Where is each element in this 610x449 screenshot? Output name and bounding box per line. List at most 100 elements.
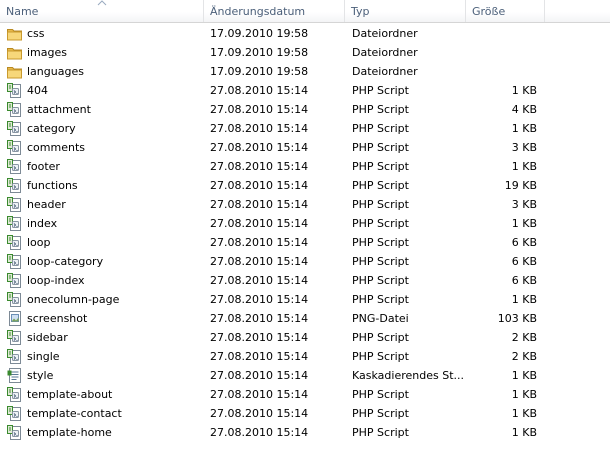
file-row[interactable]: template-contact 27.08.2010 15:14 PHP Scri… xyxy=(0,404,610,423)
file-name-cell[interactable]: functions xyxy=(6,176,204,195)
file-name: 404 xyxy=(27,84,48,97)
php-file-icon xyxy=(6,234,23,251)
column-header-name[interactable]: Name xyxy=(0,0,204,22)
file-type: Dateiordner xyxy=(352,65,418,78)
php-file-icon xyxy=(6,329,23,346)
file-row[interactable]: template-about 27.08.2010 15:14 PHP Script… xyxy=(0,385,610,404)
file-size: 1 KB xyxy=(511,293,537,306)
file-name-cell[interactable]: onecolumn-page xyxy=(6,290,204,309)
file-date: 27.08.2010 15:14 xyxy=(210,388,309,401)
file-row[interactable]: sidebar 27.08.2010 15:14 PHP Script 2 KB xyxy=(0,328,610,347)
file-name-cell[interactable]: loop-category xyxy=(6,252,204,271)
file-type: PHP Script xyxy=(352,274,409,287)
php-file-icon xyxy=(6,158,23,175)
file-type: PHP Script xyxy=(352,350,409,363)
file-row[interactable]: attachment 27.08.2010 15:14 PHP Script 4 KB xyxy=(0,100,610,119)
file-date: 17.09.2010 19:58 xyxy=(210,27,309,40)
file-date: 27.08.2010 15:14 xyxy=(210,198,309,211)
file-date: 17.09.2010 19:58 xyxy=(210,65,309,78)
file-name-cell[interactable]: screenshot xyxy=(6,309,204,328)
file-type: PHP Script xyxy=(352,236,409,249)
file-name-cell[interactable]: loop-index xyxy=(6,271,204,290)
file-name-cell[interactable]: footer xyxy=(6,157,204,176)
file-type: PHP Script xyxy=(352,388,409,401)
file-row[interactable]: images 17.09.2010 19:58 Dateiordner xyxy=(0,43,610,62)
file-row[interactable]: footer 27.08.2010 15:14 PHP Script 1 KB xyxy=(0,157,610,176)
file-type: Dateiordner xyxy=(352,27,418,40)
file-row[interactable]: header 27.08.2010 15:14 PHP Script 3 KB xyxy=(0,195,610,214)
file-name: template-home xyxy=(27,426,112,439)
php-file-icon xyxy=(6,424,23,441)
file-name-cell[interactable]: images xyxy=(6,43,204,62)
file-name: images xyxy=(27,46,67,59)
file-name-cell[interactable]: 404 xyxy=(6,81,204,100)
column-header-size[interactable]: Größe xyxy=(466,0,545,22)
file-name-cell[interactable]: index xyxy=(6,214,204,233)
file-row[interactable]: index 27.08.2010 15:14 PHP Script 1 KB xyxy=(0,214,610,233)
file-rows: css 17.09.2010 19:58 Dateiordner images 17.0… xyxy=(0,24,610,442)
file-row[interactable]: loop 27.08.2010 15:14 PHP Script 6 KB xyxy=(0,233,610,252)
file-name-cell[interactable]: header xyxy=(6,195,204,214)
file-name-cell[interactable]: sidebar xyxy=(6,328,204,347)
file-date: 27.08.2010 15:14 xyxy=(210,426,309,439)
file-row[interactable]: onecolumn-page 27.08.2010 15:14 PHP Script… xyxy=(0,290,610,309)
file-name-cell[interactable]: template-contact xyxy=(6,404,204,423)
file-type: PHP Script xyxy=(352,255,409,268)
file-name-cell[interactable]: category xyxy=(6,119,204,138)
file-name-cell[interactable]: css xyxy=(6,24,204,43)
file-type: PHP Script xyxy=(352,160,409,173)
file-date: 17.09.2010 19:58 xyxy=(210,46,309,59)
file-size: 1 KB xyxy=(511,160,537,173)
file-row[interactable]: template-home 27.08.2010 15:14 PHP Script 1… xyxy=(0,423,610,442)
file-name: single xyxy=(27,350,60,363)
column-header-type-label: Typ xyxy=(351,5,370,18)
file-row[interactable]: loop-category 27.08.2010 15:14 PHP Script 6… xyxy=(0,252,610,271)
file-row[interactable]: style 27.08.2010 15:14 Kaskadierendes St..… xyxy=(0,366,610,385)
file-name-cell[interactable]: template-home xyxy=(6,423,204,442)
file-row[interactable]: languages 17.09.2010 19:58 Dateiordner xyxy=(0,62,610,81)
column-header-date[interactable]: Änderungsdatum xyxy=(204,0,345,22)
file-name-cell[interactable]: languages xyxy=(6,62,204,81)
folder-icon xyxy=(6,25,23,42)
php-file-icon xyxy=(6,291,23,308)
file-size: 103 KB xyxy=(497,312,537,325)
file-date: 27.08.2010 15:14 xyxy=(210,179,309,192)
sort-ascending-icon xyxy=(97,0,107,6)
file-size: 4 KB xyxy=(511,103,537,116)
file-name: style xyxy=(27,369,54,382)
file-date: 27.08.2010 15:14 xyxy=(210,217,309,230)
folder-icon xyxy=(6,44,23,61)
file-name: screenshot xyxy=(27,312,88,325)
file-name: template-contact xyxy=(27,407,122,420)
file-row[interactable]: single 27.08.2010 15:14 PHP Script 2 KB xyxy=(0,347,610,366)
column-header-row: Name Änderungsdatum Typ Größe xyxy=(0,0,610,23)
file-size: 6 KB xyxy=(511,255,537,268)
file-name-cell[interactable]: style xyxy=(6,366,204,385)
php-file-icon xyxy=(6,177,23,194)
file-date: 27.08.2010 15:14 xyxy=(210,331,309,344)
column-header-size-label: Größe xyxy=(472,5,506,18)
file-row[interactable]: 404 27.08.2010 15:14 PHP Script 1 KB xyxy=(0,81,610,100)
file-name: onecolumn-page xyxy=(27,293,120,306)
column-header-type[interactable]: Typ xyxy=(345,0,466,22)
file-row[interactable]: loop-index 27.08.2010 15:14 PHP Script 6 KB xyxy=(0,271,610,290)
file-row[interactable]: category 27.08.2010 15:14 PHP Script 1 KB xyxy=(0,119,610,138)
file-date: 27.08.2010 15:14 xyxy=(210,369,309,382)
file-row[interactable]: comments 27.08.2010 15:14 PHP Script 3 KB xyxy=(0,138,610,157)
file-name-cell[interactable]: single xyxy=(6,347,204,366)
file-date: 27.08.2010 15:14 xyxy=(210,350,309,363)
column-header-date-label: Änderungsdatum xyxy=(210,5,306,18)
file-size: 1 KB xyxy=(511,407,537,420)
file-name-cell[interactable]: template-about xyxy=(6,385,204,404)
file-size: 1 KB xyxy=(511,84,537,97)
file-size: 3 KB xyxy=(511,198,537,211)
file-row[interactable]: functions 27.08.2010 15:14 PHP Script 19 KB xyxy=(0,176,610,195)
file-date: 27.08.2010 15:14 xyxy=(210,122,309,135)
file-name-cell[interactable]: attachment xyxy=(6,100,204,119)
php-file-icon xyxy=(6,253,23,270)
file-name: languages xyxy=(27,65,84,78)
file-row[interactable]: screenshot 27.08.2010 15:14 PNG-Datei 103 K… xyxy=(0,309,610,328)
file-name-cell[interactable]: comments xyxy=(6,138,204,157)
file-row[interactable]: css 17.09.2010 19:58 Dateiordner xyxy=(0,24,610,43)
file-name-cell[interactable]: loop xyxy=(6,233,204,252)
